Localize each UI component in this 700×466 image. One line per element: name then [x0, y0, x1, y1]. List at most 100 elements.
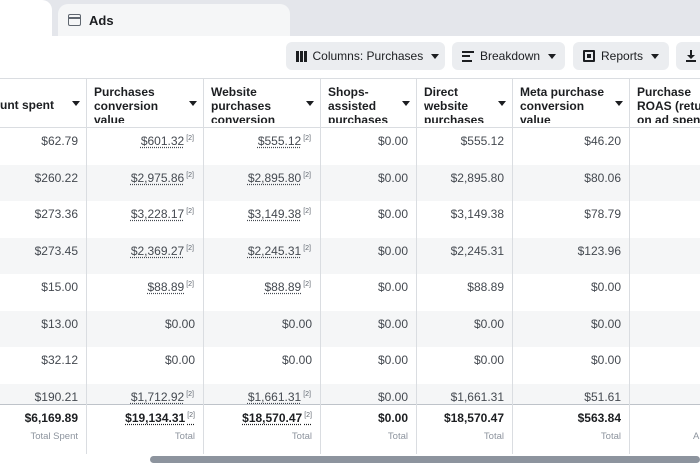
column-divider[interactable]: [512, 78, 513, 454]
table-cell[interactable]: $2,245.31 [2]: [248, 244, 311, 258]
footnote-marker[interactable]: [2]: [186, 281, 194, 288]
table-cell[interactable]: $88.89 [2]: [265, 280, 312, 294]
breakdown-button[interactable]: Breakdown: [452, 42, 565, 70]
table-row[interactable]: $32.12 $0.00 $0.00 $0.00 $0.00 $0.00: [0, 347, 700, 384]
sort-caret-icon[interactable]: [402, 101, 410, 106]
footnote-marker[interactable]: [2]: [186, 245, 194, 252]
table-row[interactable]: $15.00 $88.89 [2] $88.89 [2] $0.00 $88.89 $0.00: [0, 274, 700, 311]
cell-value: $190.21: [35, 390, 78, 404]
column-header[interactable]: Website purchases conversion value: [211, 85, 298, 123]
footnote-marker[interactable]: [2]: [303, 245, 311, 252]
table-cell: $88.89: [467, 280, 504, 294]
footnote-marker[interactable]: [2]: [186, 172, 194, 179]
column-divider[interactable]: [86, 78, 87, 454]
total-label: Total: [292, 431, 312, 442]
column-header[interactable]: Purchase ROAS (return on ad spend): [637, 85, 700, 123]
table-row[interactable]: $13.00 $0.00 $0.00 $0.00 $0.00 $0.00: [0, 311, 700, 348]
table-cell[interactable]: $2,369.27 [2]: [131, 244, 194, 258]
chevron-down-icon: [651, 54, 659, 59]
cell-value: $2,895.80: [451, 171, 504, 185]
footnote-marker[interactable]: [2]: [304, 412, 312, 419]
column-header[interactable]: Purchases conversion value: [94, 85, 181, 123]
cell-value: $0.00: [378, 353, 408, 367]
table-cell[interactable]: $88.89 [2]: [148, 280, 195, 294]
reports-icon: [583, 50, 595, 62]
tab-current[interactable]: [0, 0, 52, 36]
horizontal-scrollbar-thumb[interactable]: [150, 456, 700, 463]
table-cell: $2,895.80: [451, 171, 504, 185]
total-value: $563.84: [578, 411, 621, 425]
footnote-marker[interactable]: [2]: [187, 412, 195, 419]
table-row[interactable]: $62.79 $601.32 [2] $555.12 [2] $0.00 $555.12 $4…: [0, 128, 700, 165]
table-cell: $0.00: [591, 353, 621, 367]
table-cell: $0.00: [165, 353, 195, 367]
tab-ads-label: Ads: [89, 13, 114, 28]
table-cell: $273.45: [35, 244, 78, 258]
table-cell[interactable]: $555.12 [2]: [258, 134, 311, 148]
footnote-marker[interactable]: [2]: [303, 391, 311, 398]
table-cell: $0.00: [378, 171, 408, 185]
total-label: A: [693, 431, 699, 442]
footnote-marker[interactable]: [2]: [186, 135, 194, 142]
footnote-marker[interactable]: [2]: [303, 281, 311, 288]
table-cell: $3,149.38: [451, 207, 504, 221]
table-cell[interactable]: $2,975.86 [2]: [131, 171, 194, 185]
table-cell: $260.22: [35, 171, 78, 185]
sort-caret-icon[interactable]: [189, 101, 197, 106]
table-cell[interactable]: $1,712.92 [2]: [131, 390, 194, 404]
footnote-marker[interactable]: [2]: [303, 208, 311, 215]
reports-button[interactable]: Reports: [573, 42, 669, 70]
column-header[interactable]: Meta purchase conversion value: [520, 85, 607, 123]
cell-value: $78.79: [584, 207, 621, 221]
columns-button[interactable]: Columns: Purchases: [286, 42, 445, 70]
table-cell: $190.21: [35, 390, 78, 404]
column-divider[interactable]: [416, 78, 417, 454]
total-value-text: $18,570.47: [242, 411, 302, 425]
cell-value: $3,228.17: [131, 207, 184, 221]
table-cell: $0.00: [591, 317, 621, 331]
sort-caret-icon[interactable]: [615, 101, 623, 106]
table-cell: $51.61: [584, 390, 621, 404]
cell-value: $2,245.31: [248, 244, 301, 258]
table-cell[interactable]: $3,149.38 [2]: [248, 207, 311, 221]
column-header[interactable]: Shops-assisted purchases: [328, 85, 394, 123]
cell-value: $123.96: [578, 244, 621, 258]
columns-icon: [296, 51, 307, 62]
table-row[interactable]: $273.45 $2,369.27 [2] $2,245.31 [2] $0.00 $2,2…: [0, 238, 700, 275]
tab-ads[interactable]: Ads: [58, 4, 290, 36]
total-value-text: $563.84: [578, 411, 621, 425]
footnote-marker[interactable]: [2]: [303, 172, 311, 179]
footnote-marker[interactable]: [2]: [303, 135, 311, 142]
column-divider[interactable]: [203, 78, 204, 454]
total-label: Total: [601, 431, 621, 442]
total-value[interactable]: $19,134.31 [2]: [125, 411, 195, 425]
column-header[interactable]: Direct website purchases: [424, 85, 490, 123]
export-button[interactable]: [676, 42, 700, 70]
sort-caret-icon[interactable]: [306, 101, 314, 106]
table-cell[interactable]: $1,661.31 [2]: [248, 390, 311, 404]
table-row[interactable]: $273.36 $3,228.17 [2] $3,149.38 [2] $0.00 $3,1…: [0, 201, 700, 238]
table-totals-row: $6,169.89 $19,134.31 [2] $18,570.47 [2] $0.00…: [0, 404, 700, 454]
footnote-marker[interactable]: [2]: [186, 208, 194, 215]
total-label: Total Spent: [30, 431, 78, 442]
cell-value: $2,369.27: [131, 244, 184, 258]
table-cell[interactable]: $3,228.17 [2]: [131, 207, 194, 221]
cell-value: $0.00: [165, 353, 195, 367]
table-cell: $62.79: [41, 134, 78, 148]
table-row[interactable]: $260.22 $2,975.86 [2] $2,895.80 [2] $0.00 $2,8…: [0, 165, 700, 202]
column-divider[interactable]: [320, 78, 321, 454]
total-value[interactable]: $18,570.47 [2]: [242, 411, 312, 425]
sort-caret-icon[interactable]: [72, 101, 80, 106]
sort-caret-icon[interactable]: [498, 101, 506, 106]
table-cell[interactable]: $601.32 [2]: [141, 134, 194, 148]
total-value-text: $0.00: [378, 411, 408, 425]
table-cell: $78.79: [584, 207, 621, 221]
total-label: Total: [484, 431, 504, 442]
reports-button-label: Reports: [601, 49, 643, 63]
column-divider[interactable]: [629, 78, 630, 454]
footnote-marker[interactable]: [2]: [186, 391, 194, 398]
table-cell: $1,661.31: [451, 390, 504, 404]
table-cell[interactable]: $2,895.80 [2]: [248, 171, 311, 185]
total-value: $6,169.89: [25, 411, 78, 425]
table-cell: $0.00: [378, 207, 408, 221]
